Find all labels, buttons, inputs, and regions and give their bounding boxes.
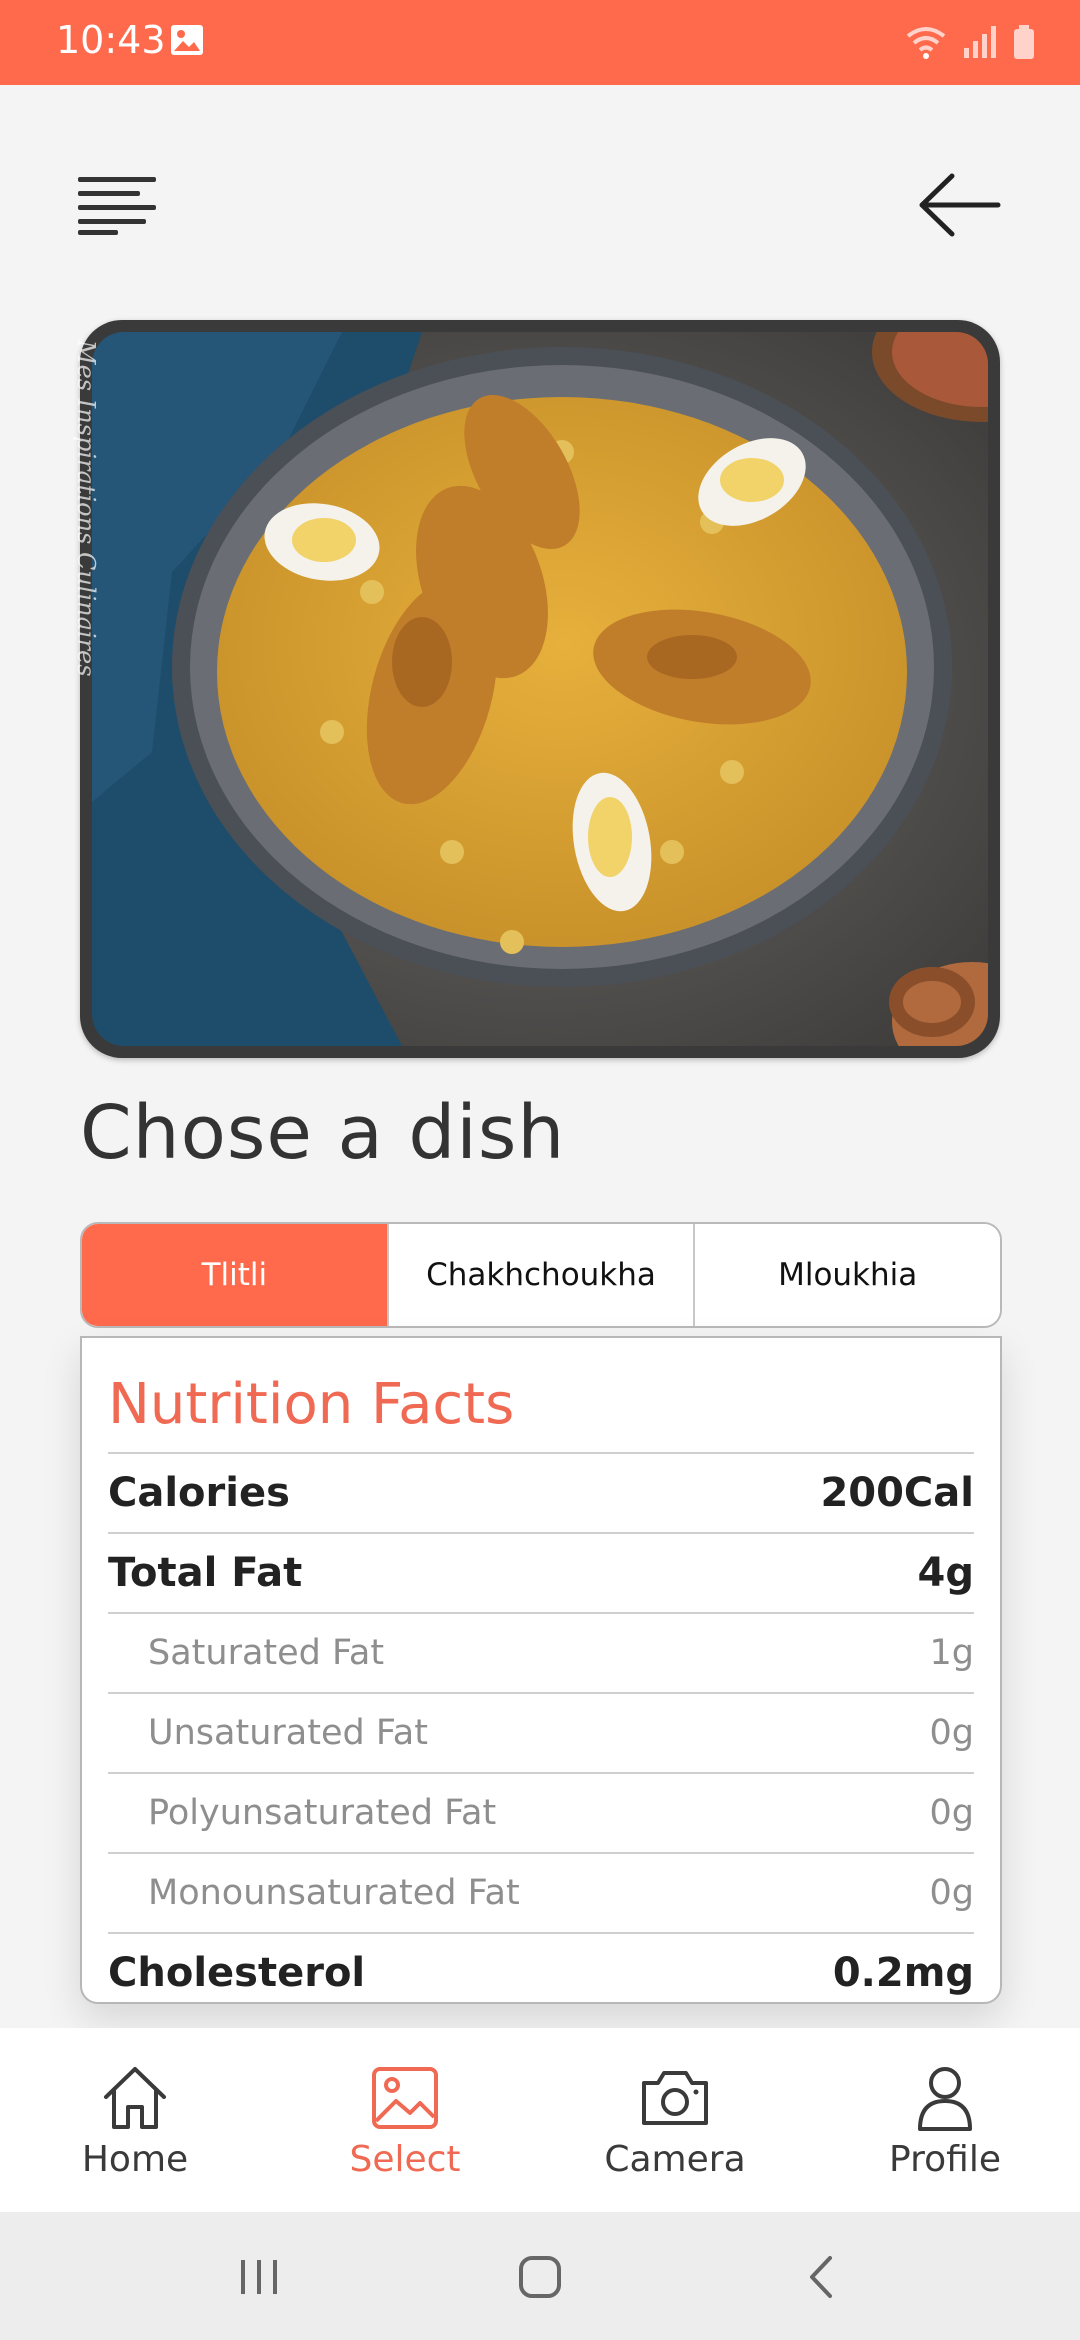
nutrition-row-monounsaturated-fat: Monounsaturated Fat 0g <box>108 1852 974 1932</box>
dish-image <box>80 320 1000 1058</box>
camera-icon <box>642 2071 708 2125</box>
nav-camera-label: Camera <box>604 2139 746 2180</box>
nutrition-card: Nutrition Facts Calories 200Cal Total Fa… <box>80 1336 1002 2004</box>
nutrition-rows: Calories 200Cal Total Fat 4g Saturated F… <box>108 1452 974 2002</box>
profile-icon <box>918 2067 972 2131</box>
photo-watermark: Mes Inspirations Culinaires <box>72 340 100 677</box>
wifi-icon <box>906 27 946 59</box>
nutrition-value: 0.2mg <box>832 1950 974 1996</box>
nutrition-row-cholesterol: Cholesterol 0.2mg <box>108 1932 974 2002</box>
nutrition-title: Nutrition Facts <box>108 1372 515 1437</box>
status-bar: 10:43 <box>0 0 1080 85</box>
signal-icon <box>964 26 996 58</box>
nutrition-value: 0g <box>929 1873 975 1913</box>
recent-apps-icon[interactable] <box>235 2252 285 2302</box>
nav-profile[interactable]: Profile <box>810 2028 1080 2212</box>
image-icon <box>171 25 203 55</box>
nav-home-label: Home <box>81 2139 189 2180</box>
status-time: 10:43 <box>56 18 166 62</box>
nutrition-label: Polyunsaturated Fat <box>148 1793 497 1833</box>
nav-select-label: Select <box>349 2139 461 2180</box>
nutrition-value: 0g <box>929 1713 975 1753</box>
nutrition-row-polyunsaturated-fat: Polyunsaturated Fat 0g <box>108 1772 974 1852</box>
status-icons <box>904 22 1036 62</box>
home-button-icon[interactable] <box>515 2252 565 2302</box>
tab-mloukhia[interactable]: Mloukhia <box>693 1224 1000 1326</box>
nutrition-row-total-fat: Total Fat 4g <box>108 1532 974 1612</box>
menu-icon[interactable] <box>78 175 160 235</box>
nutrition-label: Saturated Fat <box>148 1633 385 1673</box>
nutrition-row-unsaturated-fat: Unsaturated Fat 0g <box>108 1692 974 1772</box>
nutrition-value: 4g <box>917 1550 974 1596</box>
nutrition-label: Monounsaturated Fat <box>148 1873 520 1913</box>
arrow-left-icon[interactable] <box>918 170 1002 240</box>
back-nav-icon[interactable] <box>798 2252 848 2302</box>
nutrition-label: Unsaturated Fat <box>148 1713 428 1753</box>
nav-select[interactable]: Select <box>270 2028 540 2212</box>
home-icon <box>104 2067 166 2129</box>
nutrition-row-calories: Calories 200Cal <box>108 1452 974 1532</box>
nutrition-label: Total Fat <box>108 1550 303 1596</box>
battery-icon <box>1014 25 1034 59</box>
nav-home[interactable]: Home <box>0 2028 270 2212</box>
tab-chakhchoukha[interactable]: Chakhchoukha <box>386 1224 694 1326</box>
nutrition-label: Calories <box>108 1470 290 1516</box>
dish-photo <box>92 332 988 1046</box>
nav-camera[interactable]: Camera <box>540 2028 810 2212</box>
system-nav-bar <box>0 2212 1080 2340</box>
bottom-nav: Home Select Camera Profile <box>0 2028 1080 2212</box>
nav-profile-label: Profile <box>889 2139 1001 2180</box>
dish-tabs: Tlitli Chakhchoukha Mloukhia <box>80 1222 1002 1328</box>
nutrition-row-saturated-fat: Saturated Fat 1g <box>108 1612 974 1692</box>
nutrition-value: 1g <box>929 1633 975 1673</box>
page-title: Chose a dish <box>80 1090 566 1176</box>
nutrition-value: 0g <box>929 1793 975 1833</box>
tab-tlitli[interactable]: Tlitli <box>82 1224 387 1326</box>
nutrition-label: Cholesterol <box>108 1950 366 1996</box>
nutrition-value: 200Cal <box>820 1470 974 1516</box>
image-icon <box>372 2067 438 2129</box>
